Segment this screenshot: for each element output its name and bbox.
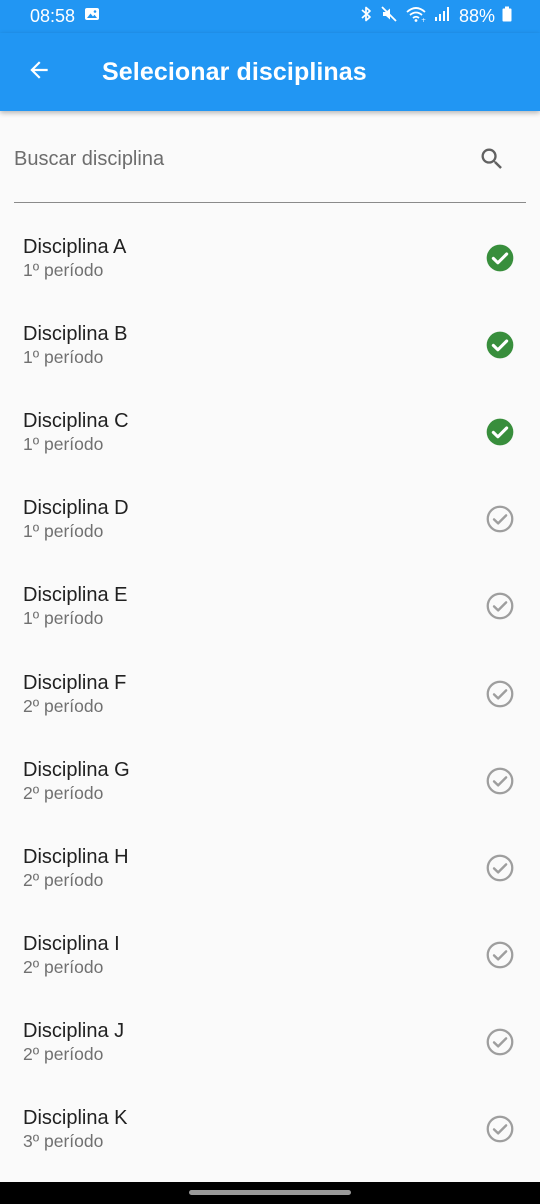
- check-circle-outline-icon[interactable]: [484, 939, 516, 971]
- app-bar: Selecionar disciplinas: [0, 33, 540, 111]
- list-item-text: Disciplina B 1º período: [23, 322, 127, 368]
- discipline-period: 2º período: [23, 1044, 104, 1065]
- search-icon[interactable]: [478, 145, 506, 173]
- discipline-name: Disciplina J: [23, 1020, 125, 1043]
- battery-icon: [502, 6, 512, 27]
- list-item-text: Disciplina C 1º período: [23, 409, 129, 455]
- page-title: Selecionar disciplinas: [102, 57, 367, 86]
- discipline-period: 1º período: [23, 433, 104, 454]
- list-item[interactable]: Disciplina J 2º período: [0, 999, 540, 1086]
- search-input[interactable]: [14, 139, 454, 179]
- discipline-period: 1º período: [23, 259, 104, 280]
- bluetooth-icon: [359, 5, 373, 28]
- discipline-name: Disciplina C: [23, 409, 129, 432]
- discipline-period: 1º período: [23, 521, 104, 542]
- back-button[interactable]: [9, 42, 69, 102]
- check-circle-outline-icon[interactable]: [484, 590, 516, 622]
- discipline-name: Disciplina K: [23, 1107, 128, 1130]
- list-item-text: Disciplina A 1º período: [23, 235, 126, 281]
- discipline-period: 2º período: [23, 695, 104, 716]
- check-circle-filled-icon[interactable]: [484, 242, 516, 274]
- list-item[interactable]: Disciplina H 2º período: [0, 824, 540, 911]
- list-item[interactable]: Disciplina E 1º período: [0, 563, 540, 650]
- discipline-period: 3º período: [23, 1131, 104, 1152]
- search-field: [14, 130, 526, 203]
- list-item-text: Disciplina F 2º período: [23, 671, 126, 717]
- check-circle-outline-icon[interactable]: [484, 765, 516, 797]
- list-item-text: Disciplina D 1º período: [23, 496, 129, 542]
- discipline-name: Disciplina D: [23, 497, 129, 520]
- discipline-name: Disciplina F: [23, 671, 127, 694]
- list-item[interactable]: Disciplina B 1º período: [0, 301, 540, 388]
- list-item-text: Disciplina K 3º período: [23, 1106, 127, 1152]
- discipline-name: Disciplina I: [23, 933, 120, 956]
- discipline-period: 2º período: [23, 957, 104, 978]
- discipline-name: Disciplina G: [23, 758, 130, 781]
- arrow-back-icon: [26, 57, 52, 88]
- list-item[interactable]: Disciplina K 3º período: [0, 1086, 540, 1173]
- discipline-period: 1º período: [23, 608, 104, 629]
- mute-icon: [380, 5, 398, 28]
- check-circle-outline-icon[interactable]: [484, 852, 516, 884]
- signal-icon: [434, 6, 452, 27]
- discipline-period: 2º período: [23, 869, 104, 890]
- discipline-name: Disciplina E: [23, 584, 128, 607]
- list-item-text: Disciplina G 2º período: [23, 758, 130, 804]
- navigation-bar: [0, 1182, 540, 1204]
- check-circle-filled-icon[interactable]: [484, 416, 516, 448]
- list-item[interactable]: Disciplina C 1º período: [0, 388, 540, 475]
- home-gesture-handle[interactable]: [189, 1189, 351, 1195]
- list-item-text: Disciplina I 2º período: [23, 932, 120, 978]
- status-bar: 08:58 + 88%: [0, 0, 540, 33]
- discipline-period: 2º período: [23, 782, 104, 803]
- list-item[interactable]: Disciplina I 2º período: [0, 912, 540, 999]
- discipline-period: 1º período: [23, 346, 104, 367]
- svg-text:+: +: [421, 17, 426, 23]
- discipline-list: Disciplina A 1º período Disciplina B 1º per…: [0, 214, 540, 1173]
- list-item[interactable]: Disciplina G 2º período: [0, 737, 540, 824]
- list-item[interactable]: Disciplina F 2º período: [0, 650, 540, 737]
- wifi-icon: +: [405, 5, 427, 28]
- image-icon: [84, 6, 100, 27]
- list-item-text: Disciplina H 2º período: [23, 845, 129, 891]
- list-item-text: Disciplina J 2º período: [23, 1019, 124, 1065]
- check-circle-outline-icon[interactable]: [484, 1113, 516, 1145]
- check-circle-outline-icon[interactable]: [484, 678, 516, 710]
- discipline-name: Disciplina B: [23, 322, 128, 345]
- status-left: 08:58: [30, 6, 100, 27]
- discipline-name: Disciplina H: [23, 845, 129, 868]
- battery-percent: 88%: [458, 6, 495, 26]
- check-circle-filled-icon[interactable]: [484, 329, 516, 361]
- status-right: + 88%: [359, 5, 512, 28]
- list-item-text: Disciplina E 1º período: [23, 583, 127, 629]
- discipline-name: Disciplina A: [23, 235, 127, 258]
- check-circle-outline-icon[interactable]: [484, 1026, 516, 1058]
- list-item[interactable]: Disciplina D 1º período: [0, 476, 540, 563]
- list-item[interactable]: Disciplina A 1º período: [0, 214, 540, 301]
- check-circle-outline-icon[interactable]: [484, 503, 516, 535]
- status-time: 08:58: [30, 6, 76, 26]
